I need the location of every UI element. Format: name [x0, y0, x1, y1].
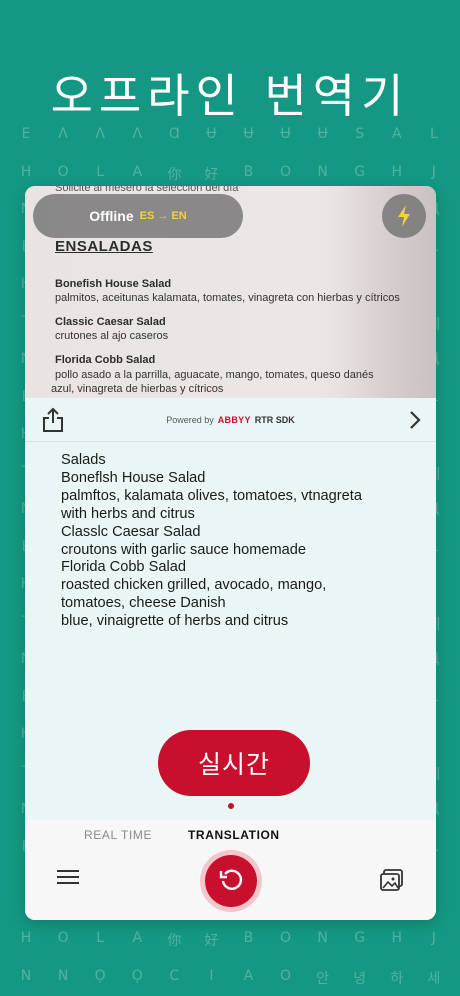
background-letter: E: [21, 126, 31, 142]
translation-line: palmftos, kalamata olives, tomatoes, vtn…: [61, 487, 362, 504]
translation-line: Florida Cobb Salad: [61, 559, 186, 576]
background-letter: A: [132, 163, 143, 180]
dish-desc: crutones al ajo caseros: [55, 330, 169, 342]
background-letter: N: [317, 930, 328, 946]
refresh-icon: [219, 869, 243, 890]
background-letter-row: HOLA你好BONGHJ: [0, 164, 460, 184]
background-letter: N: [20, 968, 32, 984]
background-letter: H: [20, 930, 32, 946]
background-letter: 好: [204, 166, 219, 183]
translation-line: croutons with garlic sauce homemade: [61, 541, 306, 558]
flash-button[interactable]: [382, 194, 426, 238]
background-letter: Ọ: [131, 968, 143, 984]
translation-line: Classlc Caesar Salad: [61, 523, 201, 540]
background-letter: J: [431, 930, 436, 946]
background-letter: 你: [167, 933, 182, 949]
background-letter: O: [57, 163, 69, 180]
background-letter: O: [57, 930, 69, 946]
menu-cut-line: Solicite al mesero la selección del día: [55, 186, 239, 194]
mode-tabs: REAL TIME TRANSLATION: [25, 828, 436, 848]
background-letter: B: [243, 163, 254, 180]
background-letter: L: [429, 126, 438, 142]
background-letter: O: [280, 930, 292, 946]
chevron-right-icon[interactable]: [408, 410, 422, 430]
background-letter-row: NNỌỌCIAO안녕하세: [0, 968, 460, 988]
background-letter: A: [132, 930, 143, 946]
background-letter: H: [391, 163, 403, 180]
background-letter: 녕: [353, 971, 367, 987]
translation-text: Salads Boneflsh House Salad palmftos, ka…: [61, 452, 410, 631]
background-letter: Ʌ: [132, 126, 143, 142]
hamburger-icon[interactable]: [57, 870, 79, 886]
background-letter: Ɑ: [168, 126, 180, 142]
capture-button[interactable]: [205, 855, 257, 907]
callout-dot: [228, 803, 234, 809]
background-letter: Ʌ: [95, 126, 105, 142]
background-letter: O: [280, 163, 292, 180]
background-letter: L: [96, 163, 105, 180]
offline-label: Offline: [89, 208, 134, 224]
share-icon[interactable]: [41, 407, 65, 433]
background-letter: 你: [167, 166, 182, 183]
background-letter: Ʉ: [243, 126, 254, 142]
dish-name: Florida Cobb Salad: [55, 354, 156, 366]
background-letter: Ʉ: [206, 126, 217, 142]
background-letter: L: [96, 930, 105, 946]
background-letter: Ʉ: [317, 126, 328, 142]
background-letter-row: HOLA你好BONGHJ: [0, 930, 460, 950]
translation-line: Salads: [61, 452, 106, 468]
background-letter: J: [431, 163, 436, 180]
background-letter: B: [243, 930, 254, 946]
background-letter: 세: [427, 971, 441, 987]
lightning-icon: [398, 205, 410, 227]
translation-line: blue, vinaigrette of herbs and citrus: [61, 613, 289, 630]
language-pair: ES → EN: [139, 210, 187, 222]
tab-realtime[interactable]: REAL TIME: [84, 828, 152, 842]
hero-title: 오프라인 번역기: [50, 69, 410, 123]
background-letter-row: EɅɅɅⱭɄɄɄɄSAL: [0, 126, 460, 142]
background-letter: 안: [316, 971, 330, 987]
background-letter: A: [243, 968, 254, 984]
menu-heading: ENSALADAS: [55, 238, 153, 255]
camera-photo: Solicite al mesero la selección del día …: [25, 186, 436, 398]
dish-desc: azul, vinagreta de hierbas y cítricos: [51, 383, 224, 395]
background-letter: H: [20, 163, 32, 180]
dish-name: Bonefish House Salad: [55, 278, 172, 290]
realtime-callout-bubble: 실시간: [158, 730, 310, 796]
background-letter: G: [354, 930, 366, 946]
background-letter: S: [355, 126, 365, 142]
background-letter: A: [391, 126, 402, 142]
gallery-icon[interactable]: [380, 868, 404, 892]
background-letter: G: [354, 163, 366, 180]
translation-line: Boneflsh House Salad: [61, 469, 206, 486]
background-letter: O: [280, 968, 292, 984]
translation-line: with herbs and citrus: [61, 505, 195, 522]
dish-name: Classic Caesar Salad: [55, 316, 166, 328]
abbyy-logo: ABBYY: [217, 414, 251, 425]
background-letter: H: [391, 930, 403, 946]
translation-line: tomatoes, cheese Danish: [61, 595, 226, 612]
background-letter: Ʌ: [58, 126, 68, 142]
background-letter: N: [317, 163, 328, 180]
background-letter: 好: [204, 933, 219, 949]
background-letter: I: [209, 968, 214, 984]
dish-desc: palmitos, aceitunas kalamata, tomates, v…: [55, 292, 400, 304]
translation-line: roasted chicken grilled, avocado, mango,: [61, 577, 327, 594]
app-screen-card: Solicite al mesero la selección del día …: [25, 186, 436, 920]
tab-translation[interactable]: TRANSLATION: [188, 828, 280, 842]
offline-language-pill[interactable]: Offline ES → EN: [33, 194, 243, 238]
translation-toolbar: Powered by ABBYY RTR SDK: [25, 398, 436, 442]
background-letter: Ʉ: [280, 126, 291, 142]
background-letter: N: [57, 968, 69, 984]
background-letter: Ọ: [94, 968, 106, 984]
dish-desc: pollo asado a la parrilla, aguacate, man…: [55, 369, 374, 381]
bottom-bar: REAL TIME TRANSLATION: [25, 820, 436, 920]
background-letter: 하: [390, 971, 404, 987]
background-letter: C: [169, 968, 180, 984]
powered-by-label: Powered by ABBYY RTR SDK: [166, 414, 295, 425]
